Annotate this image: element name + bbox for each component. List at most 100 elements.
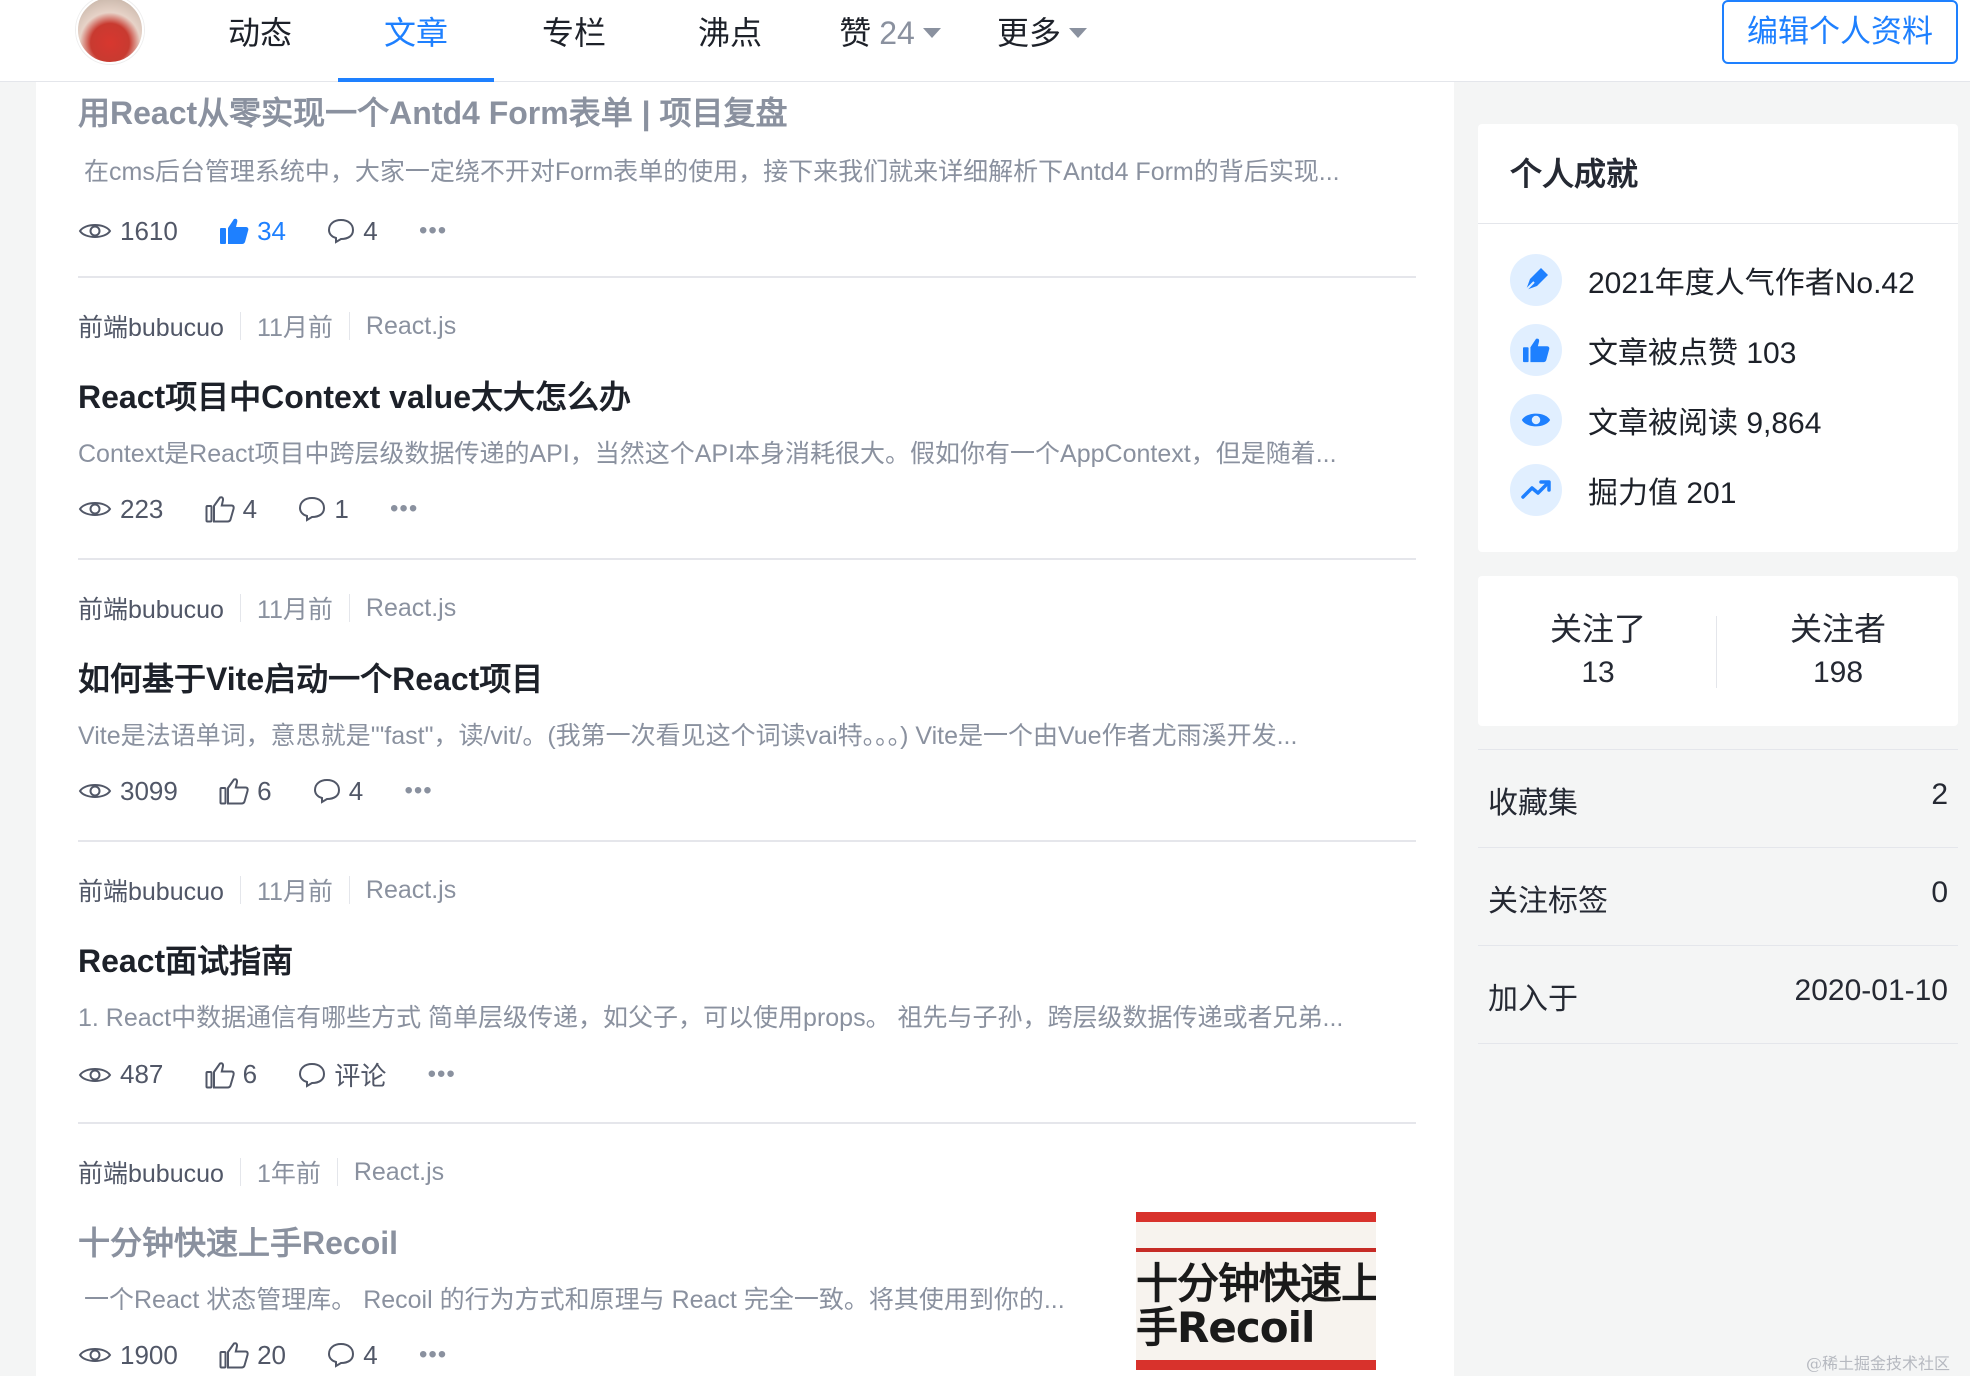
list-item[interactable]: 前端bubucuo 11月前 React.js 如何基于Vite启动一个React项… <box>78 560 1416 842</box>
achievement-item: 掘力值 201 <box>1510 462 1736 518</box>
chevron-down-icon <box>922 27 941 38</box>
meta-divider <box>348 594 350 622</box>
view-count: 487 <box>78 1059 163 1090</box>
comment-button[interactable]: 4 <box>327 216 378 247</box>
article-meta: 前端bubucuo 1年前 React.js <box>78 1154 444 1190</box>
like-button[interactable]: 34 <box>219 216 286 247</box>
article-actions: 3099 6 4 ••• <box>78 774 433 810</box>
followers-stat[interactable]: 关注者 198 <box>1718 576 1958 726</box>
comment-button[interactable]: 4 <box>327 1339 378 1371</box>
view-count: 1900 <box>78 1340 178 1371</box>
followers-count: 198 <box>1812 656 1864 689</box>
like-button[interactable]: 20 <box>219 1340 286 1371</box>
article-tag[interactable]: React.js <box>354 1158 444 1187</box>
achievement-text: 文章被点赞 103 <box>1588 337 1797 370</box>
more-icon[interactable]: ••• <box>428 1060 456 1087</box>
comment-button[interactable]: 评论 <box>298 1056 386 1093</box>
like-button[interactable]: 6 <box>205 1059 257 1090</box>
eye-icon <box>78 224 112 239</box>
achievements-card: 个人成就 2021年度人气作者No.42 文章被点赞 103 文章被阅读 9,8… <box>1478 124 1958 552</box>
more-icon[interactable]: ••• <box>390 495 418 522</box>
pen-icon <box>1510 254 1562 306</box>
stat-value: 2020-01-10 <box>1794 974 1948 1007</box>
article-actions: 1610 34 4 ••• <box>78 214 447 250</box>
like-button[interactable]: 6 <box>219 775 272 807</box>
author-name[interactable]: 前端bubucuo <box>78 1154 224 1190</box>
collections-row[interactable]: 收藏集 2 <box>1478 750 1958 848</box>
list-item[interactable]: 前端bubucuo 11月前 React.js React项目中Context va… <box>78 278 1416 560</box>
comment-icon <box>299 1062 326 1088</box>
article-abstract: 一个React 状态管理库。 Recoil 的行为方式和原理与 React 完全… <box>84 1286 1065 1314</box>
followers-label: 关注者 <box>1789 611 1886 647</box>
publish-time: 11月前 <box>256 314 333 342</box>
chevron-down-icon <box>1069 27 1087 38</box>
tab-columns[interactable]: 专栏 <box>536 0 612 82</box>
author-name[interactable]: 前端bubucuo <box>78 590 224 626</box>
like-count: 20 <box>257 1339 286 1370</box>
more-icon[interactable]: ••• <box>419 217 447 244</box>
thumb-up-icon <box>1510 324 1562 376</box>
top-nav: 动态 文章 专栏 沸点 赞 24 更多 编辑个人资料 <box>0 0 1970 82</box>
article-cover-image[interactable]: 十分钟快速上手Recoil <box>1136 1212 1376 1370</box>
article-title[interactable]: React面试指南 <box>78 936 293 982</box>
more-icon[interactable]: ••• <box>404 777 432 804</box>
eye-icon <box>78 1067 112 1082</box>
list-item[interactable]: 前端bubucuo 11月前 React.js React面试指南 1. React… <box>78 842 1416 1124</box>
article-tag[interactable]: React.js <box>366 876 456 905</box>
comment-button[interactable]: 4 <box>313 776 363 807</box>
publish-time: 11月前 <box>256 878 333 906</box>
article-title[interactable]: React项目中Context value太大怎么办 <box>78 372 631 418</box>
article-tag[interactable]: React.js <box>366 312 456 341</box>
edit-profile-button[interactable]: 编辑个人资料 <box>1722 0 1958 64</box>
tab-likes[interactable]: 赞 24 <box>830 0 950 82</box>
followed-tags-row[interactable]: 关注标签 0 <box>1478 848 1958 946</box>
comment-count: 4 <box>363 1339 378 1370</box>
tab-dynamics[interactable]: 动态 <box>222 0 298 82</box>
view-count-value: 487 <box>120 1059 164 1089</box>
tab-more[interactable]: 更多 <box>994 0 1090 82</box>
meta-divider <box>239 876 241 904</box>
comment-icon <box>299 497 326 522</box>
trend-icon <box>1510 464 1562 516</box>
achievement-text: 2021年度人气作者No.42 <box>1588 267 1915 300</box>
comment-icon <box>313 779 340 804</box>
comment-button[interactable]: 1 <box>298 494 349 525</box>
list-item[interactable]: 用React从零实现一个Antd4 Form表单 | 项目复盘 在cms后台管理… <box>78 82 1416 278</box>
thumb-up-filled-icon <box>220 218 249 245</box>
article-title[interactable]: 十分钟快速上手Recoil <box>78 1218 398 1264</box>
thumb-up-icon <box>219 778 249 805</box>
thumb-up-icon <box>219 1342 249 1369</box>
article-title[interactable]: 如何基于Vite启动一个React项目 <box>78 654 543 700</box>
tab-pins[interactable]: 沸点 <box>692 0 768 82</box>
author-name[interactable]: 前端bubucuo <box>78 308 224 344</box>
joined-date-row: 加入于 2020-01-10 <box>1478 946 1958 1044</box>
tab-articles[interactable]: 文章 <box>338 0 494 82</box>
like-count: 6 <box>257 775 272 806</box>
view-count-value: 1610 <box>120 215 178 246</box>
cover-text: 十分钟快速上手Recoil <box>1136 1259 1376 1352</box>
publish-time: 1年前 <box>256 1160 321 1188</box>
author-name[interactable]: 前端bubucuo <box>78 872 224 908</box>
tab-label: 动态 <box>227 15 292 51</box>
achievement-item: 2021年度人气作者No.42 <box>1510 252 1915 308</box>
stat-value: 0 <box>1931 876 1948 909</box>
article-actions: 1900 20 4 ••• <box>78 1338 447 1374</box>
tab-label: 赞 <box>839 15 872 51</box>
tab-count: 24 <box>879 15 915 51</box>
article-meta: 前端bubucuo 11月前 React.js <box>78 872 456 908</box>
article-title[interactable]: 用React从零实现一个Antd4 Form表单 | 项目复盘 <box>78 88 787 134</box>
more-icon[interactable]: ••• <box>419 1341 447 1368</box>
article-tag[interactable]: React.js <box>366 594 456 623</box>
meta-divider <box>239 594 241 622</box>
divider <box>1716 616 1717 688</box>
following-stat[interactable]: 关注了 13 <box>1478 576 1718 726</box>
comment-count: 4 <box>348 775 364 806</box>
achievement-item: 文章被阅读 9,864 <box>1510 392 1821 448</box>
article-abstract: 1. React中数据通信有哪些方式 简单层级传递，如父子，可以使用props。… <box>78 1004 1344 1032</box>
meta-divider <box>239 312 241 340</box>
avatar[interactable] <box>76 0 144 64</box>
view-count-value: 223 <box>120 493 164 524</box>
comment-count: 评论 <box>334 1061 387 1091</box>
view-count: 223 <box>78 494 163 525</box>
like-button[interactable]: 4 <box>205 494 257 525</box>
